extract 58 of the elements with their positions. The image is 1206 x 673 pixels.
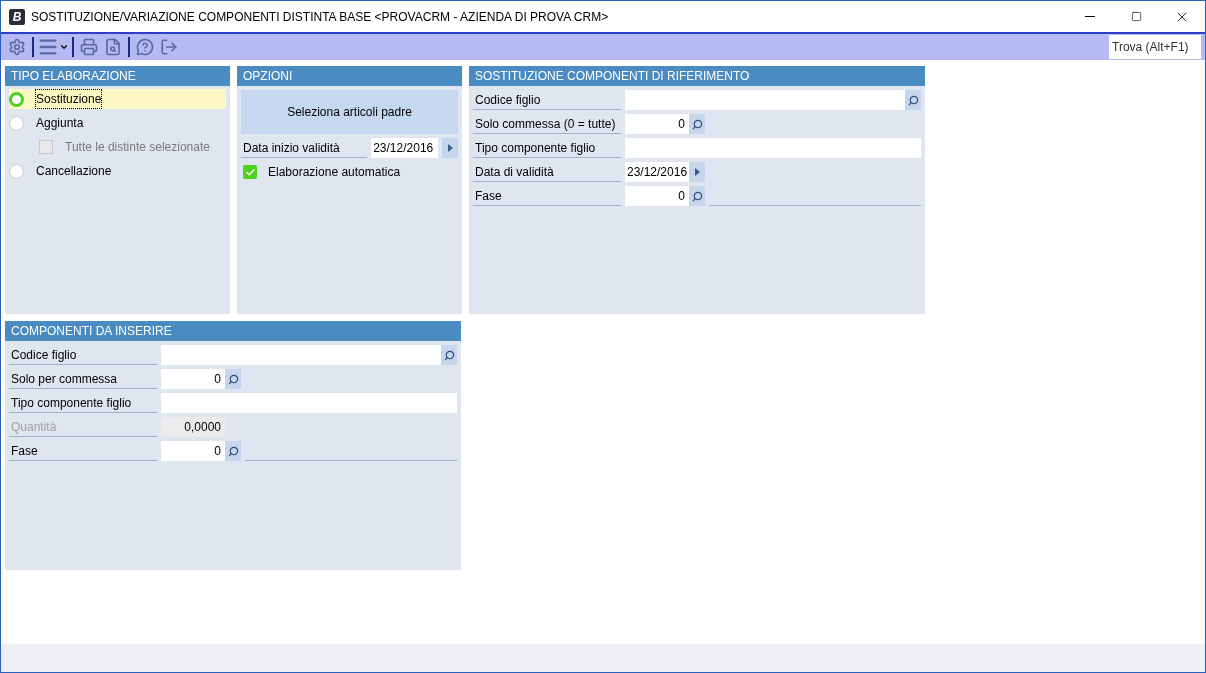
field-label: Tipo componente figlio — [473, 138, 621, 158]
maximize-icon — [1130, 11, 1142, 22]
search-button[interactable] — [905, 90, 921, 110]
radio-label: Sostituzione — [36, 90, 102, 108]
field-label: Fase — [9, 441, 157, 461]
radio-button[interactable] — [9, 163, 24, 179]
select-parents-button[interactable]: Seleziona articoli padre — [241, 90, 458, 134]
field-label: Codice figlio — [9, 345, 157, 365]
search-button[interactable] — [225, 441, 241, 461]
date-field[interactable]: 23/12/2016 — [371, 138, 439, 158]
input-field[interactable]: 0 — [161, 369, 225, 389]
radio-label: Cancellazione — [36, 163, 112, 180]
menu-icon — [37, 36, 59, 58]
panel-header: TIPO ELABORAZIONE — [5, 66, 230, 86]
input-field[interactable] — [625, 138, 921, 158]
menu-button[interactable] — [37, 36, 69, 58]
input-field[interactable]: 0 — [161, 441, 225, 461]
arrow-button[interactable] — [689, 162, 705, 182]
help-icon — [136, 38, 154, 56]
field-label: Data di validità — [473, 162, 621, 182]
panel-header: OPZIONI — [237, 66, 462, 86]
settings-icon — [8, 38, 26, 56]
field-label: Codice figlio — [473, 90, 621, 110]
search-button[interactable] — [225, 369, 241, 389]
field-label: Solo per commessa — [9, 369, 157, 389]
exit-icon — [160, 38, 178, 56]
input-field[interactable] — [161, 393, 457, 413]
field-label: Data inizio validità — [241, 138, 368, 158]
triangle-icon — [447, 144, 453, 152]
panel-header: COMPONENTI DA INSERIRE — [5, 321, 461, 341]
checkbox[interactable] — [243, 165, 257, 179]
print-preview-icon — [104, 38, 122, 56]
triangle-icon — [694, 168, 700, 176]
search-button[interactable] — [689, 114, 705, 134]
radio-button[interactable] — [9, 115, 24, 131]
printer-icon — [80, 38, 98, 56]
app-logo: B — [9, 8, 25, 25]
date-field[interactable]: 23/12/2016 — [625, 162, 689, 182]
field-label: Solo commessa (0 = tutte) — [473, 114, 621, 134]
checkbox-label: Elaborazione automatica — [268, 164, 401, 181]
arrow-button[interactable] — [442, 138, 458, 158]
field-label: Fase — [473, 186, 621, 206]
search-field[interactable]: Trova (Alt+F1) — [1109, 35, 1201, 59]
checkbox-label: Tutte le distinte selezionate — [65, 139, 210, 156]
field-label: Tipo componente figlio — [9, 393, 157, 413]
search-button[interactable] — [689, 186, 705, 206]
panel-header: SOSTITUZIONE COMPONENTI DI RIFERIMENTO — [469, 66, 925, 86]
radio-button[interactable] — [9, 91, 24, 107]
search-button[interactable] — [441, 345, 457, 365]
minimize-icon — [1085, 16, 1095, 17]
input-field[interactable] — [625, 90, 905, 110]
input-field[interactable]: 0 — [625, 114, 689, 134]
caret-icon — [59, 42, 69, 52]
input-field[interactable]: 0 — [625, 186, 689, 206]
radio-label: Aggiunta — [36, 115, 84, 132]
window-title: SOSTITUZIONE/VARIAZIONE COMPONENTI DISTINTA BASE <PROVACRM - AZIENDA DI PROVA CRM> — [31, 8, 609, 26]
input-field[interactable] — [161, 345, 441, 365]
field-label: Quantità — [9, 417, 157, 437]
